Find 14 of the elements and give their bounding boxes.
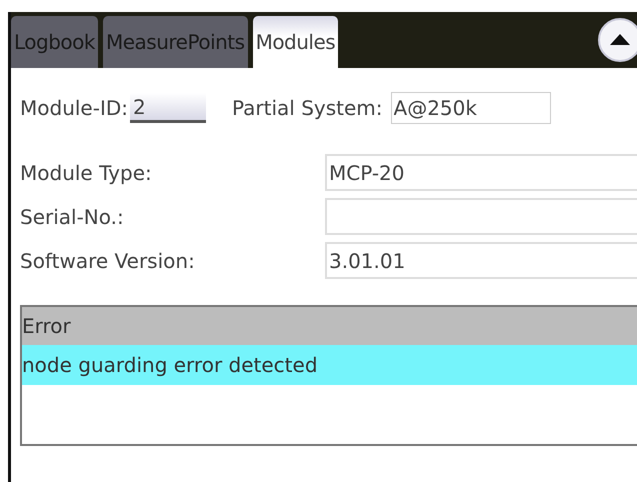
field-label: Partial System: — [232, 96, 383, 120]
input-field[interactable]: A@250k — [390, 92, 551, 124]
field-label: Serial-No.: — [20, 204, 125, 228]
field-label: Software Version: — [20, 248, 196, 272]
input-field[interactable] — [325, 198, 637, 235]
scroll-up-button[interactable] — [598, 18, 637, 62]
input-field[interactable]: MCP-20 — [325, 154, 637, 191]
column-header: Error — [22, 307, 637, 345]
input-field[interactable]: 3.01.01 — [325, 242, 637, 279]
field-label: Module Type: — [20, 160, 153, 184]
input-field[interactable]: 2 — [130, 93, 206, 123]
field-label: Module-ID: — [20, 96, 128, 120]
tab[interactable]: Modules — [252, 16, 338, 68]
table-row[interactable]: node guarding error detected — [22, 345, 637, 385]
